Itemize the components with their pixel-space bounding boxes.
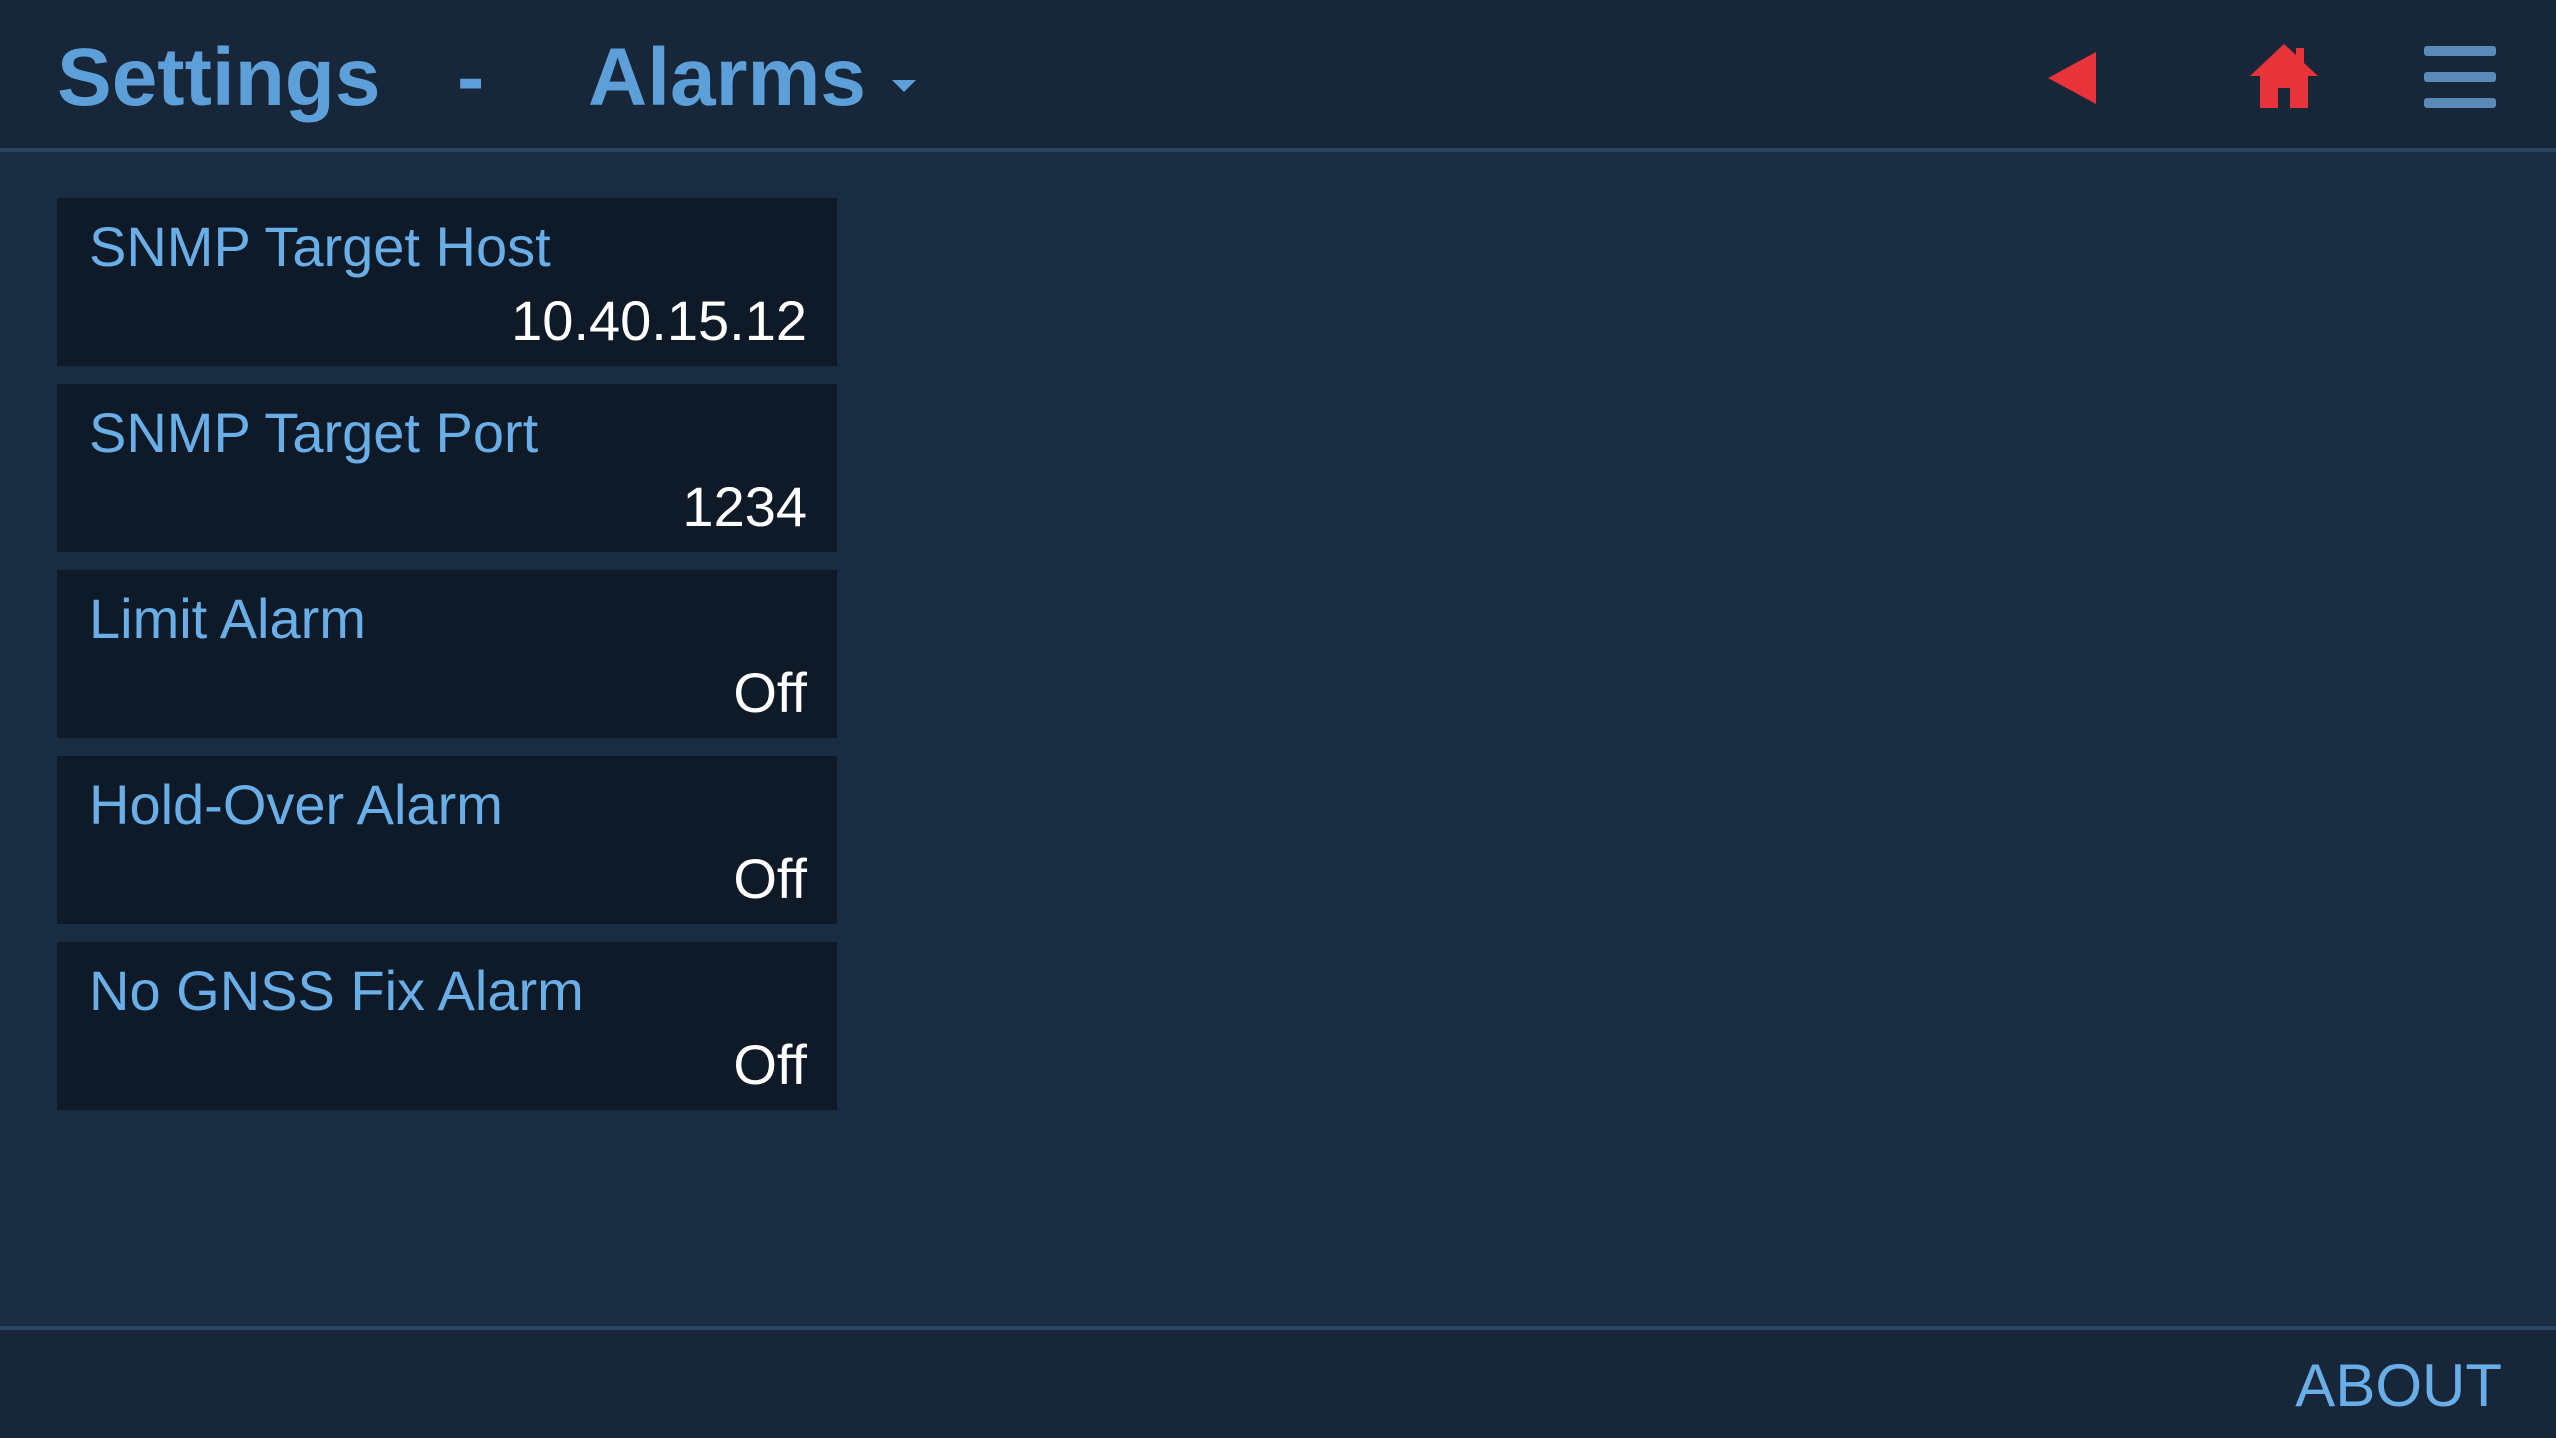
section-dropdown[interactable]: Alarms (588, 28, 866, 128)
setting-value: 1234 (682, 475, 807, 538)
header-bar: Settings - Alarms (0, 0, 2556, 152)
setting-no-gnss-fix-alarm[interactable]: No GNSS Fix Alarm Off (57, 942, 837, 1110)
back-arrow-icon[interactable] (2048, 52, 2096, 104)
home-icon[interactable] (2248, 42, 2320, 110)
setting-snmp-target-host[interactable]: SNMP Target Host 10.40.15.12 (57, 198, 837, 366)
menu-bar-middle (2424, 72, 2496, 82)
settings-list: SNMP Target Host 10.40.15.12 SNMP Target… (57, 198, 837, 1128)
about-button[interactable]: ABOUT (2295, 1350, 2502, 1422)
page-title: Settings (57, 32, 381, 123)
setting-label: SNMP Target Host (89, 215, 551, 278)
caret-down-icon[interactable] (892, 80, 916, 92)
title-separator: - (457, 32, 485, 123)
setting-value: Off (733, 1033, 807, 1096)
setting-value: 10.40.15.12 (511, 289, 807, 352)
setting-label: No GNSS Fix Alarm (89, 959, 584, 1022)
setting-value: Off (733, 847, 807, 910)
setting-snmp-target-port[interactable]: SNMP Target Port 1234 (57, 384, 837, 552)
footer-bar: ABOUT (0, 1326, 2556, 1438)
setting-label: SNMP Target Port (89, 401, 539, 464)
setting-value: Off (733, 661, 807, 724)
setting-label: Limit Alarm (89, 587, 366, 650)
hamburger-menu-icon[interactable] (2424, 46, 2496, 108)
menu-bar-bottom (2424, 98, 2496, 108)
setting-label: Hold-Over Alarm (89, 773, 503, 836)
setting-limit-alarm[interactable]: Limit Alarm Off (57, 570, 837, 738)
setting-hold-over-alarm[interactable]: Hold-Over Alarm Off (57, 756, 837, 924)
menu-bar-top (2424, 46, 2496, 56)
